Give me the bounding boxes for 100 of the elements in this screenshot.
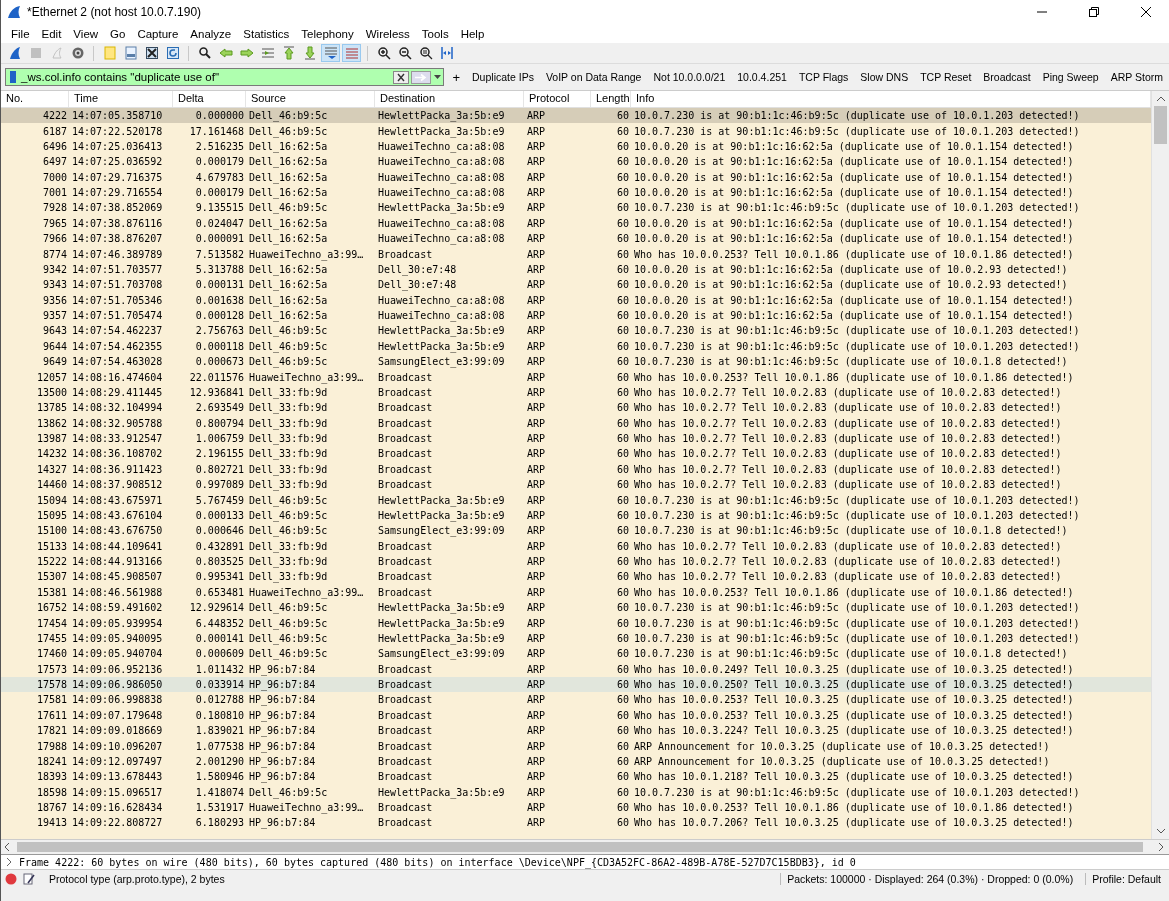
packet-length: 60 [615, 786, 630, 798]
packet-number: 6187 [41, 125, 68, 137]
menu-item[interactable]: Tools [415, 27, 455, 40]
add-filter-button[interactable]: + [448, 68, 465, 86]
scroll-left-icon[interactable] [3, 842, 11, 852]
scroll-down-icon[interactable] [1155, 826, 1166, 836]
menu-item[interactable]: View [67, 27, 105, 40]
packet-info: 10.0.0.20 is at 90:b1:1c:16:62:5a (duplicate use of 10.0.2.93 detected!) [633, 279, 1069, 291]
packet-row[interactable]: 15307 14:08:45.908507 0.995341 Dell_33:fb:9d Broadcast ARP 60 Who has 10.0.2.7? Tell 10.0.2.83 (duplicate use of 10.0.2.83 detected!) [1, 569, 1151, 585]
column-header[interactable]: Destination [375, 91, 524, 107]
packet-destination: Broadcast [377, 694, 434, 706]
packet-row[interactable]: 13785 14:08:32.104994 2.693549 Dell_33:fb:9d Broadcast ARP 60 Who has 10.0.2.7? Tell 10.0.2.83 (duplicate use of 10.0.2.83 detected!) [1, 400, 1151, 416]
menu-item[interactable]: Capture [131, 27, 185, 40]
left-arrow-icon [218, 46, 233, 60]
packet-row[interactable]: 14232 14:08:36.108702 2.196155 Dell_33:fb:9d Broadcast ARP 60 Who has 10.0.2.7? Tell 10.0.2.83 (duplicate use of 10.0.2.83 detected!) [1, 446, 1151, 462]
column-header[interactable]: Delta [173, 91, 246, 107]
packet-destination: HuaweiTechno_ca:a8:08 [377, 217, 506, 229]
packet-row[interactable]: 9649 14:07:54.463028 0.000673 Dell_46:b9:5c SamsungElect_e3:99:09 ARP 60 10.0.7.230 is at 90:b1:1c:46:b9:5c (duplicate use of 10.0.1.8 detected!) [1, 354, 1151, 370]
status-dot-icon[interactable] [5, 873, 17, 885]
packet-number: 14232 [35, 448, 68, 460]
packet-row[interactable]: 17821 14:09:09.018669 1.839021 HP_96:b7:84 Broadcast ARP 60 Who has 10.0.3.224? Tell 10.0.3.25 (duplicate use of 10.0.3.25 detected!) [1, 723, 1151, 739]
packet-destination: Broadcast [377, 371, 434, 383]
filter-button[interactable]: Not 10.0.0.0/21 [649, 68, 730, 86]
packet-protocol: ARP [526, 171, 547, 183]
packet-destination: Broadcast [377, 479, 434, 491]
column-header[interactable]: Protocol [524, 91, 591, 107]
menu-item[interactable]: Analyze [184, 27, 238, 40]
packet-delta: 0.000673 [194, 356, 245, 368]
packet-destination: HewlettPacka_3a:5b:e9 [377, 494, 506, 506]
packet-row[interactable]: 8774 14:07:46.389789 7.513582 HuaweiTechno_a3:99… Broadcast ARP 60 Who has 10.0.0.253? Tell 10.0.1.86 (duplicate use of 10.0.1.86 detected!) [1, 246, 1151, 262]
packet-source: Dell_33:fb:9d [248, 386, 329, 398]
packet-source: Dell_33:fb:9d [248, 417, 329, 429]
packet-row[interactable]: 16752 14:08:59.491602 12.929614 Dell_46:b9:5c HewlettPacka_3a:5b:e9 ARP 60 10.0.7.230 is at 90:b1:1c:46:b9:5c (duplicate use of 10.0.1.203 detected!) [1, 600, 1151, 616]
packet-delta: 0.001638 [194, 294, 245, 306]
menu-item[interactable]: Statistics [237, 27, 296, 40]
packet-time: 14:09:10.096207 [71, 740, 164, 752]
scroll-right-icon[interactable] [1157, 842, 1165, 852]
profile-label[interactable]: Profile: Default [1085, 873, 1167, 885]
packet-row[interactable]: 17454 14:09:05.939954 6.448352 Dell_46:b9:5c HewlettPacka_3a:5b:e9 ARP 60 10.0.7.230 is at 90:b1:1c:46:b9:5c (duplicate use of 10.0.1.203 detected!) [1, 615, 1151, 631]
menu-item[interactable]: Telephony [295, 27, 360, 40]
packet-source: Dell_16:62:5a [248, 156, 329, 168]
clear-filter-button[interactable] [392, 69, 411, 85]
packet-row[interactable]: 9343 14:07:51.703708 0.000131 Dell_16:62:5a Dell_30:e7:48 ARP 60 10.0.0.20 is at 90:b1:1c:16:62:5a (duplicate use of 10.0.2.93 detected!) [1, 277, 1151, 293]
filter-button[interactable]: Slow DNS [856, 68, 913, 86]
packet-number: 17454 [35, 617, 68, 629]
scrollbar-thumb[interactable] [1154, 106, 1167, 144]
packet-row[interactable]: 17460 14:09:05.940704 0.000609 Dell_46:b9:5c SamsungElect_e3:99:09 ARP 60 10.0.7.230 is at 90:b1:1c:46:b9:5c (duplicate use of 10.0.1.8 detected!) [1, 646, 1151, 662]
packet-number: 9356 [41, 294, 68, 306]
packet-row[interactable]: 6497 14:07:25.036592 0.000179 Dell_16:62:5a HuaweiTechno_ca:a8:08 ARP 60 10.0.0.20 is at 90:b1:1c:16:62:5a (duplicate use of 10.0.1.154 detected!) [1, 154, 1151, 170]
filter-button[interactable]: TCP Reset [916, 68, 976, 86]
column-header[interactable]: Source [246, 91, 375, 107]
menu-item[interactable]: Go [104, 27, 132, 40]
packet-number: 7000 [41, 171, 68, 183]
reload-icon [165, 46, 180, 60]
packet-length: 60 [615, 233, 630, 245]
packet-length: 60 [615, 386, 630, 398]
packet-row[interactable]: 15094 14:08:43.675971 5.767459 Dell_46:b9:5c HewlettPacka_3a:5b:e9 ARP 60 10.0.7.230 is at 90:b1:1c:46:b9:5c (duplicate use of 10.0.1.203 detected!) [1, 492, 1151, 508]
packet-row[interactable]: 18393 14:09:13.678443 1.580946 HP_96:b7:84 Broadcast ARP 60 Who has 10.0.1.218? Tell 10.0.3.25 (duplicate use of 10.0.3.25 detected!) [1, 769, 1151, 785]
filter-button[interactable]: 10.0.4.251 [733, 68, 791, 86]
packet-length: 60 [615, 602, 630, 614]
packet-info: Who has 10.0.0.250? Tell 10.0.3.25 (duplicate use of 10.0.3.25 detected!) [633, 679, 1075, 691]
packet-destination: Broadcast [377, 709, 434, 721]
packet-row[interactable]: 4222 14:07:05.358710 0.000000 Dell_46:b9:5c HewlettPacka_3a:5b:e9 ARP 60 10.0.7.230 is at 90:b1:1c:46:b9:5c (duplicate use of 10.0.1.203 detected!) [1, 108, 1151, 124]
packet-row[interactable]: 17988 14:09:10.096207 1.077538 HP_96:b7:84 Broadcast ARP 60 ARP Announcement for 10.0.3.25 (duplicate use of 10.0.3.25 detected!) [1, 738, 1151, 754]
packet-row[interactable]: 9643 14:07:54.462237 2.756763 Dell_46:b9:5c HewlettPacka_3a:5b:e9 ARP 60 10.0.7.230 is at 90:b1:1c:46:b9:5c (duplicate use of 10.0.1.203 detected!) [1, 323, 1151, 339]
menu-item[interactable]: Edit [35, 27, 68, 40]
filter-button[interactable]: Ping Sweep [1038, 68, 1103, 86]
menu-item[interactable]: Help [454, 27, 491, 40]
filter-button[interactable]: TCP Flags [794, 68, 853, 86]
menu-item[interactable]: File [5, 27, 36, 40]
filter-button[interactable]: VoIP on Data Range [541, 68, 646, 86]
filter-button[interactable]: Broadcast [979, 68, 1035, 86]
packet-delta: 7.513582 [194, 248, 245, 260]
column-header[interactable]: Time [69, 91, 173, 107]
packet-source: Dell_33:fb:9d [248, 540, 329, 552]
column-header[interactable]: Length [591, 91, 631, 107]
filter-button[interactable]: ARP Storm [1106, 68, 1167, 86]
display-filter-field[interactable]: _ws.col.info contains "duplicate use of" [5, 68, 445, 86]
column-header[interactable]: No. [1, 91, 69, 107]
packet-row[interactable]: 19413 14:09:22.808727 6.180293 HP_96:b7:84 Broadcast ARP 60 Who has 10.0.7.206? Tell 10.0.3.25 (duplicate use of 10.0.3.25 detected!) [1, 815, 1151, 831]
packet-time: 14:08:32.104994 [71, 402, 164, 414]
note-icon[interactable] [23, 873, 35, 885]
scroll-up-icon[interactable] [1155, 94, 1166, 104]
packet-row[interactable]: 14460 14:08:37.908512 0.997089 Dell_33:fb:9d Broadcast ARP 60 Who has 10.0.2.7? Tell 10.0.2.83 (duplicate use of 10.0.2.83 detected!) [1, 477, 1151, 493]
scrollbar-thumb[interactable] [17, 842, 1143, 852]
packet-time: 14:08:45.908507 [71, 571, 164, 583]
packet-destination: HewlettPacka_3a:5b:e9 [377, 602, 506, 614]
packet-info: ARP Announcement for 10.0.3.25 (duplicate use of 10.0.3.25 detected!) [633, 755, 1051, 767]
menu-item[interactable]: Wireless [359, 27, 416, 40]
packet-row[interactable]: 6187 14:07:22.520178 17.161468 Dell_46:b9:5c HewlettPacka_3a:5b:e9 ARP 60 10.0.7.230 is at 90:b1:1c:46:b9:5c (duplicate use of 10.0.1.203 detected!) [1, 123, 1151, 139]
packet-row[interactable]: 17581 14:09:06.998838 0.012788 HP_96:b7:84 Broadcast ARP 60 Who has 10.0.0.253? Tell 10.0.3.25 (duplicate use of 10.0.3.25 detected!) [1, 692, 1151, 708]
packet-row[interactable]: 7966 14:07:38.876207 0.000091 Dell_16:62:5a HuaweiTechno_ca:a8:08 ARP 60 10.0.0.20 is at 90:b1:1c:16:62:5a (duplicate use of 10.0.1.154 detected!) [1, 231, 1151, 247]
packet-row[interactable]: 7928 14:07:38.852069 9.135515 Dell_46:b9:5c HewlettPacka_3a:5b:e9 ARP 60 10.0.7.230 is at 90:b1:1c:46:b9:5c (duplicate use of 10.0.1.203 detected!) [1, 200, 1151, 216]
packet-info: Who has 10.0.2.7? Tell 10.0.2.83 (duplicate use of 10.0.2.83 detected!) [633, 417, 1063, 429]
packet-length: 60 [615, 279, 630, 291]
packet-row[interactable]: 12057 14:08:16.474604 22.011576 HuaweiTechno_a3:99… Broadcast ARP 60 Who has 10.0.0.253? Tell 10.0.1.86 (duplicate use of 10.0.1.86 detected!) [1, 369, 1151, 385]
packet-source: Dell_33:fb:9d [248, 463, 329, 475]
packet-length: 60 [615, 325, 630, 337]
packet-row[interactable]: 15100 14:08:43.676750 0.000646 Dell_46:b9:5c SamsungElect_e3:99:09 ARP 60 10.0.7.230 is at 90:b1:1c:46:b9:5c (duplicate use of 10.0.1.8 detected!) [1, 523, 1151, 539]
filter-button[interactable]: Duplicate IPs [468, 68, 538, 86]
